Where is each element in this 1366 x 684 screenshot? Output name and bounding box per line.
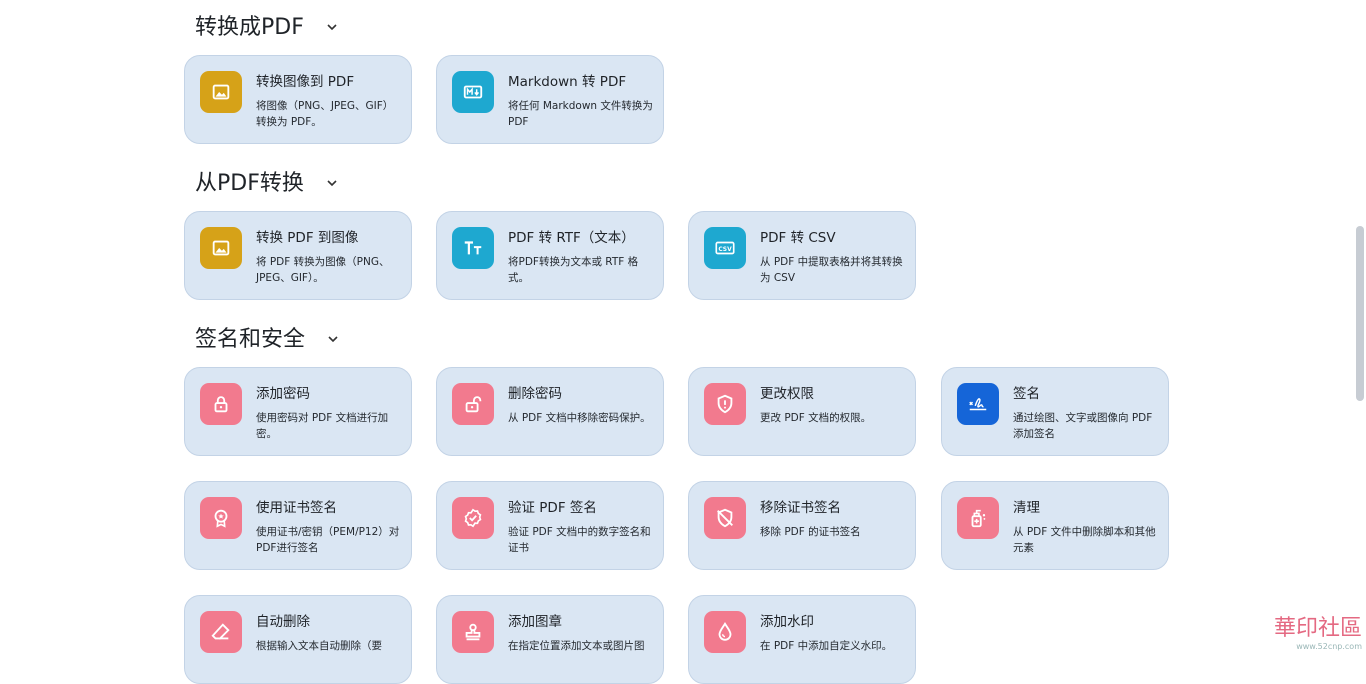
drop-icon [704,611,746,653]
card-description: 使用密码对 PDF 文档进行加密。 [256,412,389,440]
tool-card-markdown-to-pdf[interactable]: Markdown 转 PDF 将任何 Markdown 文件转换为 PDF [436,55,664,144]
tool-card-change-permissions[interactable]: 更改权限 更改 PDF 文档的权限。 [688,367,916,456]
tool-card-auto-redact[interactable]: 自动删除 根据输入文本自动删除（要 [184,595,412,684]
card-title: 转换 PDF 到图像 [256,230,359,246]
card-title: 移除证书签名 [760,500,841,516]
certificate-icon [200,497,242,539]
lock-icon [200,383,242,425]
card-description: 通过绘图、文字或图像向 PDF 添加签名 [1013,412,1153,440]
card-title: 使用证书签名 [256,500,337,516]
card-description: 在指定位置添加文本或图片图 [508,640,645,652]
card-title: 添加图章 [508,614,562,630]
tool-card-add-stamp[interactable]: 添加图章 在指定位置添加文本或图片图 [436,595,664,684]
card-description: 将图像（PNG、JPEG、GIF）转换为 PDF。 [256,100,394,128]
image-icon [200,71,242,113]
section-title: 签名和安全 [195,327,306,352]
watermark-text: 華印社區 [1273,616,1362,641]
sanitize-icon [957,497,999,539]
verified-icon [452,497,494,539]
card-title: 删除密码 [508,386,562,402]
signature-icon [957,383,999,425]
tool-card-remove-cert-signature[interactable]: 移除证书签名 移除 PDF 的证书签名 [688,481,916,570]
tool-card-sign[interactable]: 签名 通过绘图、文字或图像向 PDF 添加签名 [941,367,1169,456]
scrollbar-thumb[interactable] [1356,226,1364,401]
section-header-signing-security[interactable]: 签名和安全 [195,322,339,352]
card-title: Markdown 转 PDF [508,74,627,90]
card-description: 使用证书/密钥（PEM/P12）对PDF进行签名 [256,526,400,554]
tool-card-pdf-to-rtf[interactable]: PDF 转 RTF（文本） 将PDF转换为文本或 RTF 格式。 [436,211,664,300]
tool-card-add-password[interactable]: 添加密码 使用密码对 PDF 文档进行加密。 [184,367,412,456]
card-description: 验证 PDF 文档中的数字签名和证书 [508,526,651,554]
card-description: 根据输入文本自动删除（要 [256,640,382,652]
tool-card-verify-signature[interactable]: 验证 PDF 签名 验证 PDF 文档中的数字签名和证书 [436,481,664,570]
chevron-down-icon [327,180,337,187]
svg-text:CSV: CSV [718,246,732,253]
card-title: 转换图像到 PDF [256,74,355,90]
section-title: 从PDF转换 [195,171,304,196]
card-description: 从 PDF 文档中移除密码保护。 [508,412,651,424]
card-title: 添加密码 [256,386,310,402]
tool-card-image-to-pdf[interactable]: 转换图像到 PDF 将图像（PNG、JPEG、GIF）转换为 PDF。 [184,55,412,144]
card-description: 将任何 Markdown 文件转换为 PDF [508,100,653,128]
card-title: 自动删除 [256,614,310,630]
card-description: 从 PDF 中提取表格并将其转换为 CSV [760,256,903,284]
card-title: PDF 转 RTF（文本） [508,230,635,246]
tool-card-remove-password[interactable]: 删除密码 从 PDF 文档中移除密码保护。 [436,367,664,456]
chevron-down-icon [328,336,338,343]
card-title: 添加水印 [760,614,814,630]
card-description: 从 PDF 文件中删除脚本和其他元素 [1013,526,1156,554]
card-title: 更改权限 [760,386,814,402]
card-title: 签名 [1013,386,1040,402]
tool-card-certificate-sign[interactable]: 使用证书签名 使用证书/密钥（PEM/P12）对PDF进行签名 [184,481,412,570]
card-description: 更改 PDF 文档的权限。 [760,412,872,424]
card-description: 将 PDF 转换为图像（PNG、JPEG、GIF）。 [256,256,390,284]
section-header-convert-to-pdf[interactable]: 转换成PDF [195,10,338,40]
card-title: 清理 [1013,500,1040,516]
shield-off-icon [704,497,746,539]
watermark-url: www.52cnp.com [1296,642,1362,651]
card-description: 移除 PDF 的证书签名 [760,526,861,538]
eraser-icon [200,611,242,653]
section-title: 转换成PDF [195,15,304,40]
card-description: 在 PDF 中添加自定义水印。 [760,640,893,652]
image-icon [200,227,242,269]
tool-card-pdf-to-csv[interactable]: CSV PDF 转 CSV 从 PDF 中提取表格并将其转换为 CSV [688,211,916,300]
site-watermark-logo: 華印社區 www.52cnp.com [1274,610,1362,651]
unlock-icon [452,383,494,425]
tool-card-add-watermark[interactable]: 添加水印 在 PDF 中添加自定义水印。 [688,595,916,684]
card-description: 将PDF转换为文本或 RTF 格式。 [508,256,639,284]
card-title: PDF 转 CSV [760,230,836,246]
card-title: 验证 PDF 签名 [508,500,597,516]
stamp-icon [452,611,494,653]
section-header-convert-from-pdf[interactable]: 从PDF转换 [195,166,338,196]
shield-icon [704,383,746,425]
text-format-icon [452,227,494,269]
chevron-down-icon [327,24,337,31]
tool-card-sanitize[interactable]: 清理 从 PDF 文件中删除脚本和其他元素 [941,481,1169,570]
markdown-icon [452,71,494,113]
csv-icon: CSV [704,227,746,269]
tool-card-pdf-to-image[interactable]: 转换 PDF 到图像 将 PDF 转换为图像（PNG、JPEG、GIF）。 [184,211,412,300]
